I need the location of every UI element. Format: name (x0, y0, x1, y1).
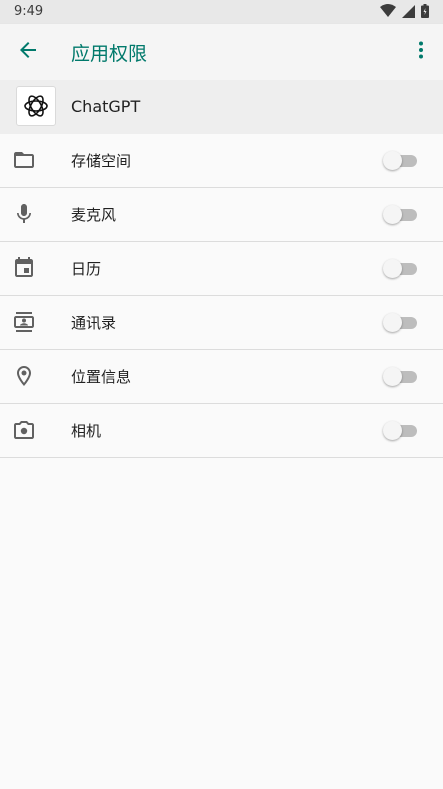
permission-toggle[interactable] (383, 205, 417, 224)
permission-label: 麦克风 (71, 206, 117, 224)
contacts-icon (12, 310, 36, 334)
permission-label: 通讯录 (71, 314, 117, 332)
permission-toggle[interactable] (383, 313, 417, 332)
permission-label: 位置信息 (71, 368, 132, 386)
permission-row-storage[interactable]: 存储空间 (0, 134, 443, 188)
app-header: ChatGPT (0, 80, 443, 134)
more-vert-icon (418, 41, 424, 63)
permission-label: 存储空间 (71, 152, 132, 170)
permission-row-calendar[interactable]: 日历 (0, 242, 443, 296)
microphone-icon (12, 202, 36, 226)
permission-row-contacts[interactable]: 通讯录 (0, 296, 443, 350)
permission-row-microphone[interactable]: 麦克风 (0, 188, 443, 242)
permission-row-camera[interactable]: 相机 (0, 404, 443, 458)
permission-toggle[interactable] (383, 421, 417, 440)
permission-label: 日历 (71, 260, 102, 278)
calendar-icon (12, 256, 36, 280)
battery-icon (421, 3, 429, 22)
permission-toggle[interactable] (383, 367, 417, 386)
permission-toggle[interactable] (383, 259, 417, 278)
permission-label: 相机 (71, 422, 102, 440)
app-name: ChatGPT (71, 97, 141, 116)
signal-icon (402, 3, 415, 22)
wifi-icon (380, 3, 396, 22)
permission-toggle[interactable] (383, 151, 417, 170)
app-bar: 应用权限 (0, 24, 443, 80)
status-icons (380, 3, 429, 22)
status-bar: 9:49 (0, 0, 443, 24)
page-title: 应用权限 (71, 43, 148, 65)
location-icon (12, 364, 36, 388)
permission-row-location[interactable]: 位置信息 (0, 350, 443, 404)
folder-icon (12, 148, 36, 172)
back-arrow-icon (16, 38, 40, 66)
back-button[interactable] (8, 32, 48, 72)
more-options-button[interactable] (407, 32, 435, 72)
permission-list: 存储空间 麦克风 日历 通讯录 位置信息 相机 (0, 134, 443, 458)
camera-icon (12, 418, 36, 442)
status-time: 9:49 (14, 4, 44, 19)
chatgpt-logo-icon (16, 86, 56, 126)
